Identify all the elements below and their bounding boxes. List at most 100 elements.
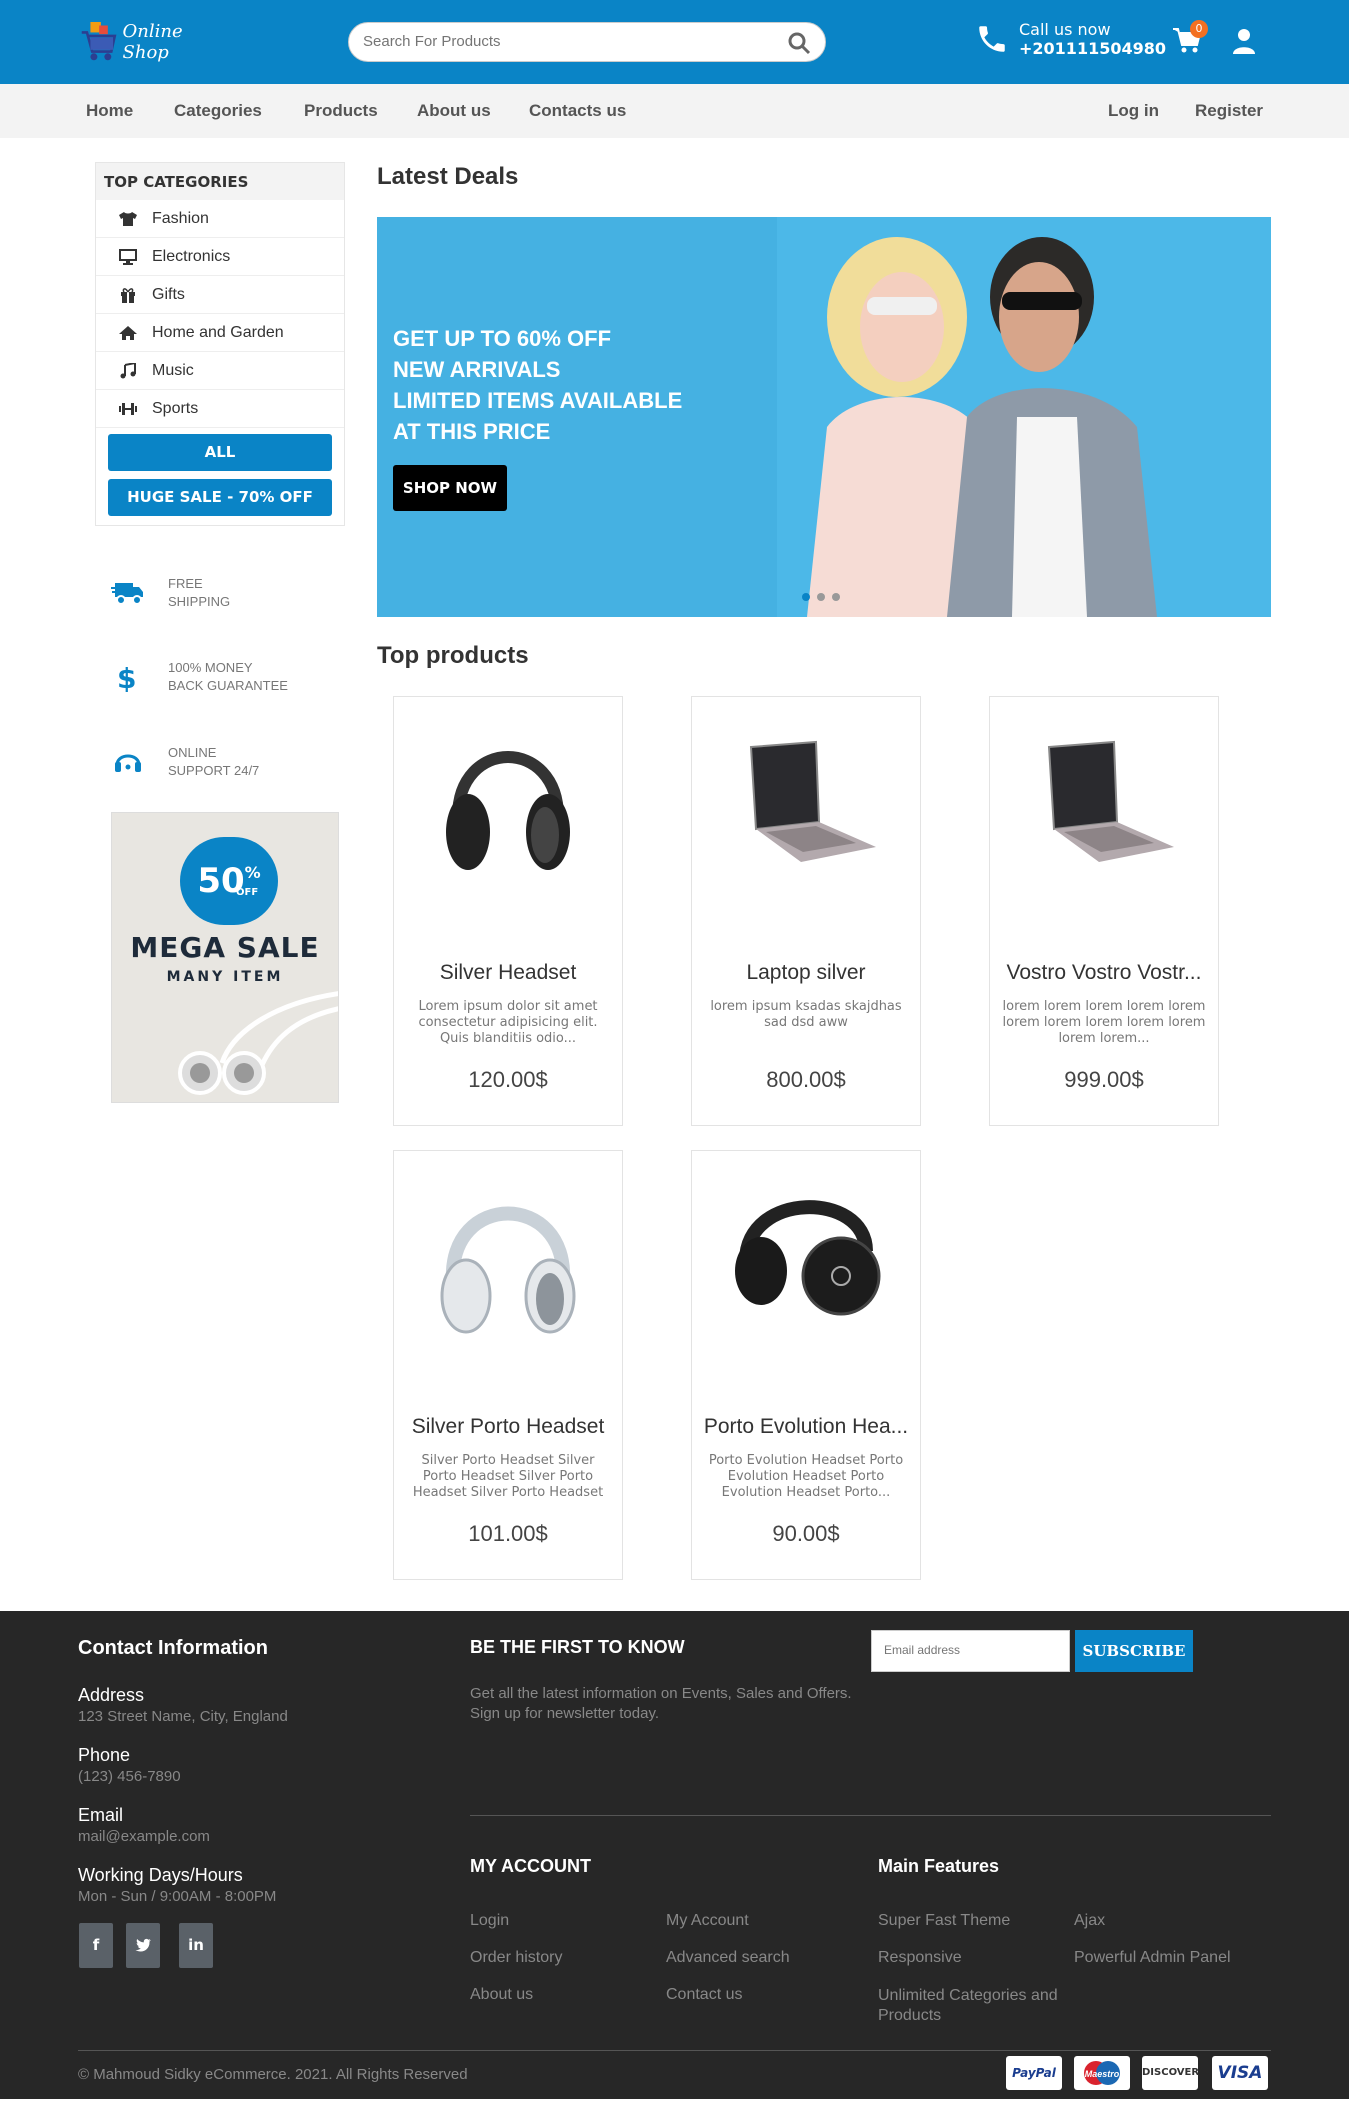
- feature-online-support: ONLINE SUPPORT 24/7: [108, 737, 328, 787]
- product-image[interactable]: [692, 707, 920, 907]
- all-categories-button[interactable]: ALL: [108, 434, 332, 471]
- category-home-and-garden[interactable]: Home and Garden: [96, 314, 344, 352]
- product-image[interactable]: [692, 1161, 920, 1361]
- top-categories-panel: TOP CATEGORIES Fashion Electronics Gifts…: [95, 162, 345, 526]
- truck-icon: [111, 583, 143, 605]
- mega-sale-promo[interactable]: 50% OFF MEGA SALE MANY ITEM: [111, 812, 339, 1103]
- feature-free-shipping: FREE SHIPPING: [108, 568, 328, 618]
- footer-divider: [470, 1815, 1271, 1816]
- user-icon: [1233, 29, 1255, 54]
- product-image[interactable]: [990, 707, 1218, 907]
- product-image[interactable]: [394, 707, 622, 907]
- category-music[interactable]: Music: [96, 352, 344, 390]
- home-icon: [118, 325, 142, 341]
- product-description: Lorem ipsum dolor sit amet consectetur a…: [418, 999, 598, 1046]
- search-icon[interactable]: [787, 31, 811, 55]
- nav-home[interactable]: Home: [86, 101, 133, 121]
- product-name[interactable]: Porto Evolution Hea...: [700, 1415, 912, 1439]
- facebook-icon[interactable]: f: [79, 1923, 113, 1968]
- feature-line2: SHIPPING: [168, 594, 231, 609]
- product-name[interactable]: Silver Headset: [402, 961, 614, 985]
- banner-line: AT THIS PRICE: [393, 419, 551, 444]
- product-card[interactable]: Vostro Vostro Vostr... lorem lorem lorem…: [989, 696, 1219, 1126]
- user-account-button[interactable]: [1232, 28, 1256, 58]
- search-input[interactable]: [363, 33, 763, 50]
- product-price: 120.00$: [468, 1067, 548, 1092]
- promo-pct-sign: %: [244, 863, 261, 882]
- newsletter-text-line2: Sign up for newsletter today.: [470, 1705, 659, 1722]
- headset-icon: [115, 754, 141, 772]
- product-name[interactable]: Vostro Vostro Vostr...: [998, 961, 1210, 985]
- carousel-dot-3[interactable]: [832, 593, 840, 601]
- cart-button[interactable]: 0: [1172, 20, 1208, 58]
- category-sports[interactable]: Sports: [96, 390, 344, 428]
- copyright-text: © Mahmoud Sidky eCommerce. 2021. All Rig…: [78, 2066, 468, 2083]
- nav-categories[interactable]: Categories: [174, 101, 262, 121]
- call-box: Call us now +201111504980: [975, 20, 1166, 58]
- category-electronics[interactable]: Electronics: [96, 238, 344, 276]
- carousel-dot-1[interactable]: [802, 593, 810, 601]
- product-card[interactable]: Silver Porto Headset Silver Porto Headse…: [393, 1150, 623, 1580]
- call-number[interactable]: +201111504980: [1019, 39, 1166, 58]
- category-gifts[interactable]: Gifts: [96, 276, 344, 314]
- product-image[interactable]: [394, 1161, 622, 1361]
- footer-link-advanced-search[interactable]: Advanced search: [666, 1949, 790, 1967]
- feature-link-unlimited[interactable]: Unlimited Categories and Products: [878, 1986, 1058, 2026]
- newsletter-email-input[interactable]: [884, 1643, 1054, 1657]
- music-icon: [118, 362, 142, 379]
- huge-sale-button[interactable]: HUGE SALE - 70% OFF: [108, 479, 332, 516]
- shop-now-button[interactable]: SHOP NOW: [393, 465, 507, 511]
- nav-about-us[interactable]: About us: [417, 101, 491, 121]
- top-categories-title: TOP CATEGORIES: [96, 163, 344, 200]
- headphones-white-image: [440, 1206, 576, 1334]
- product-description: Porto Evolution Headset Porto Evolution …: [708, 1453, 904, 1500]
- subscribe-button[interactable]: SUBSCRIBE: [1075, 1630, 1193, 1672]
- product-card[interactable]: Laptop silver lorem ipsum ksadas skajdha…: [691, 696, 921, 1126]
- maestro-icon: Maestro: [1074, 2056, 1130, 2090]
- carousel-dots: [802, 593, 847, 601]
- feature-link-admin-panel[interactable]: Powerful Admin Panel: [1074, 1949, 1231, 1967]
- product-price: 101.00$: [468, 1521, 548, 1546]
- product-description: lorem ipsum ksadas skajdhas sad dsd aww: [710, 999, 902, 1030]
- promo-discount-circle: 50% OFF: [180, 837, 278, 925]
- feature-line1: FREE: [168, 576, 203, 591]
- cart-logo-icon: [81, 22, 117, 61]
- main-features-title: Main Features: [878, 1856, 1000, 1876]
- product-name[interactable]: Laptop silver: [700, 961, 912, 985]
- my-account-title: MY ACCOUNT: [470, 1856, 591, 1876]
- logo[interactable]: Online Shop: [80, 14, 220, 70]
- footer-link-about-us[interactable]: About us: [470, 1986, 533, 2004]
- product-card[interactable]: Porto Evolution Hea... Porto Evolution H…: [691, 1150, 921, 1580]
- category-label: Music: [152, 361, 194, 379]
- nav-products[interactable]: Products: [304, 101, 378, 121]
- logo-text: Online Shop: [122, 21, 183, 63]
- product-card[interactable]: Silver Headset Lorem ipsum dolor sit ame…: [393, 696, 623, 1126]
- feature-link-fast-theme[interactable]: Super Fast Theme: [878, 1912, 1010, 1930]
- feature-link-ajax[interactable]: Ajax: [1074, 1912, 1105, 1930]
- banner-line: NEW ARRIVALS: [393, 357, 561, 382]
- top-products-title: Top products: [377, 642, 529, 669]
- category-fashion[interactable]: Fashion: [96, 200, 344, 238]
- linkedin-icon[interactable]: in: [179, 1923, 213, 1968]
- newsletter-text-line1: Get all the latest information on Events…: [470, 1685, 852, 1702]
- banner-line: GET UP TO 60% OFF: [393, 326, 612, 351]
- main-nav: Home Categories Products About us Contac…: [0, 84, 1349, 138]
- carousel-dot-2[interactable]: [817, 593, 825, 601]
- footer-link-login[interactable]: Login: [470, 1912, 509, 1930]
- footer-link-order-history[interactable]: Order history: [470, 1949, 562, 1967]
- headphones-black-image: [446, 751, 570, 870]
- promo-title: MEGA SALE: [130, 931, 320, 964]
- nav-contacts-us[interactable]: Contacts us: [529, 101, 626, 121]
- footer-bottom-divider: [78, 2050, 1271, 2051]
- promo-off: OFF: [236, 887, 259, 898]
- feature-line2: SUPPORT 24/7: [168, 763, 260, 778]
- newsletter-email-box: [871, 1630, 1070, 1672]
- feature-link-responsive[interactable]: Responsive: [878, 1949, 962, 1967]
- nav-register[interactable]: Register: [1195, 101, 1263, 121]
- category-label: Home and Garden: [152, 323, 284, 341]
- product-name[interactable]: Silver Porto Headset: [402, 1415, 614, 1439]
- footer-link-contact-us[interactable]: Contact us: [666, 1986, 742, 2004]
- nav-log-in[interactable]: Log in: [1108, 101, 1159, 121]
- footer-link-my-account[interactable]: My Account: [666, 1912, 749, 1930]
- twitter-icon[interactable]: [126, 1923, 160, 1968]
